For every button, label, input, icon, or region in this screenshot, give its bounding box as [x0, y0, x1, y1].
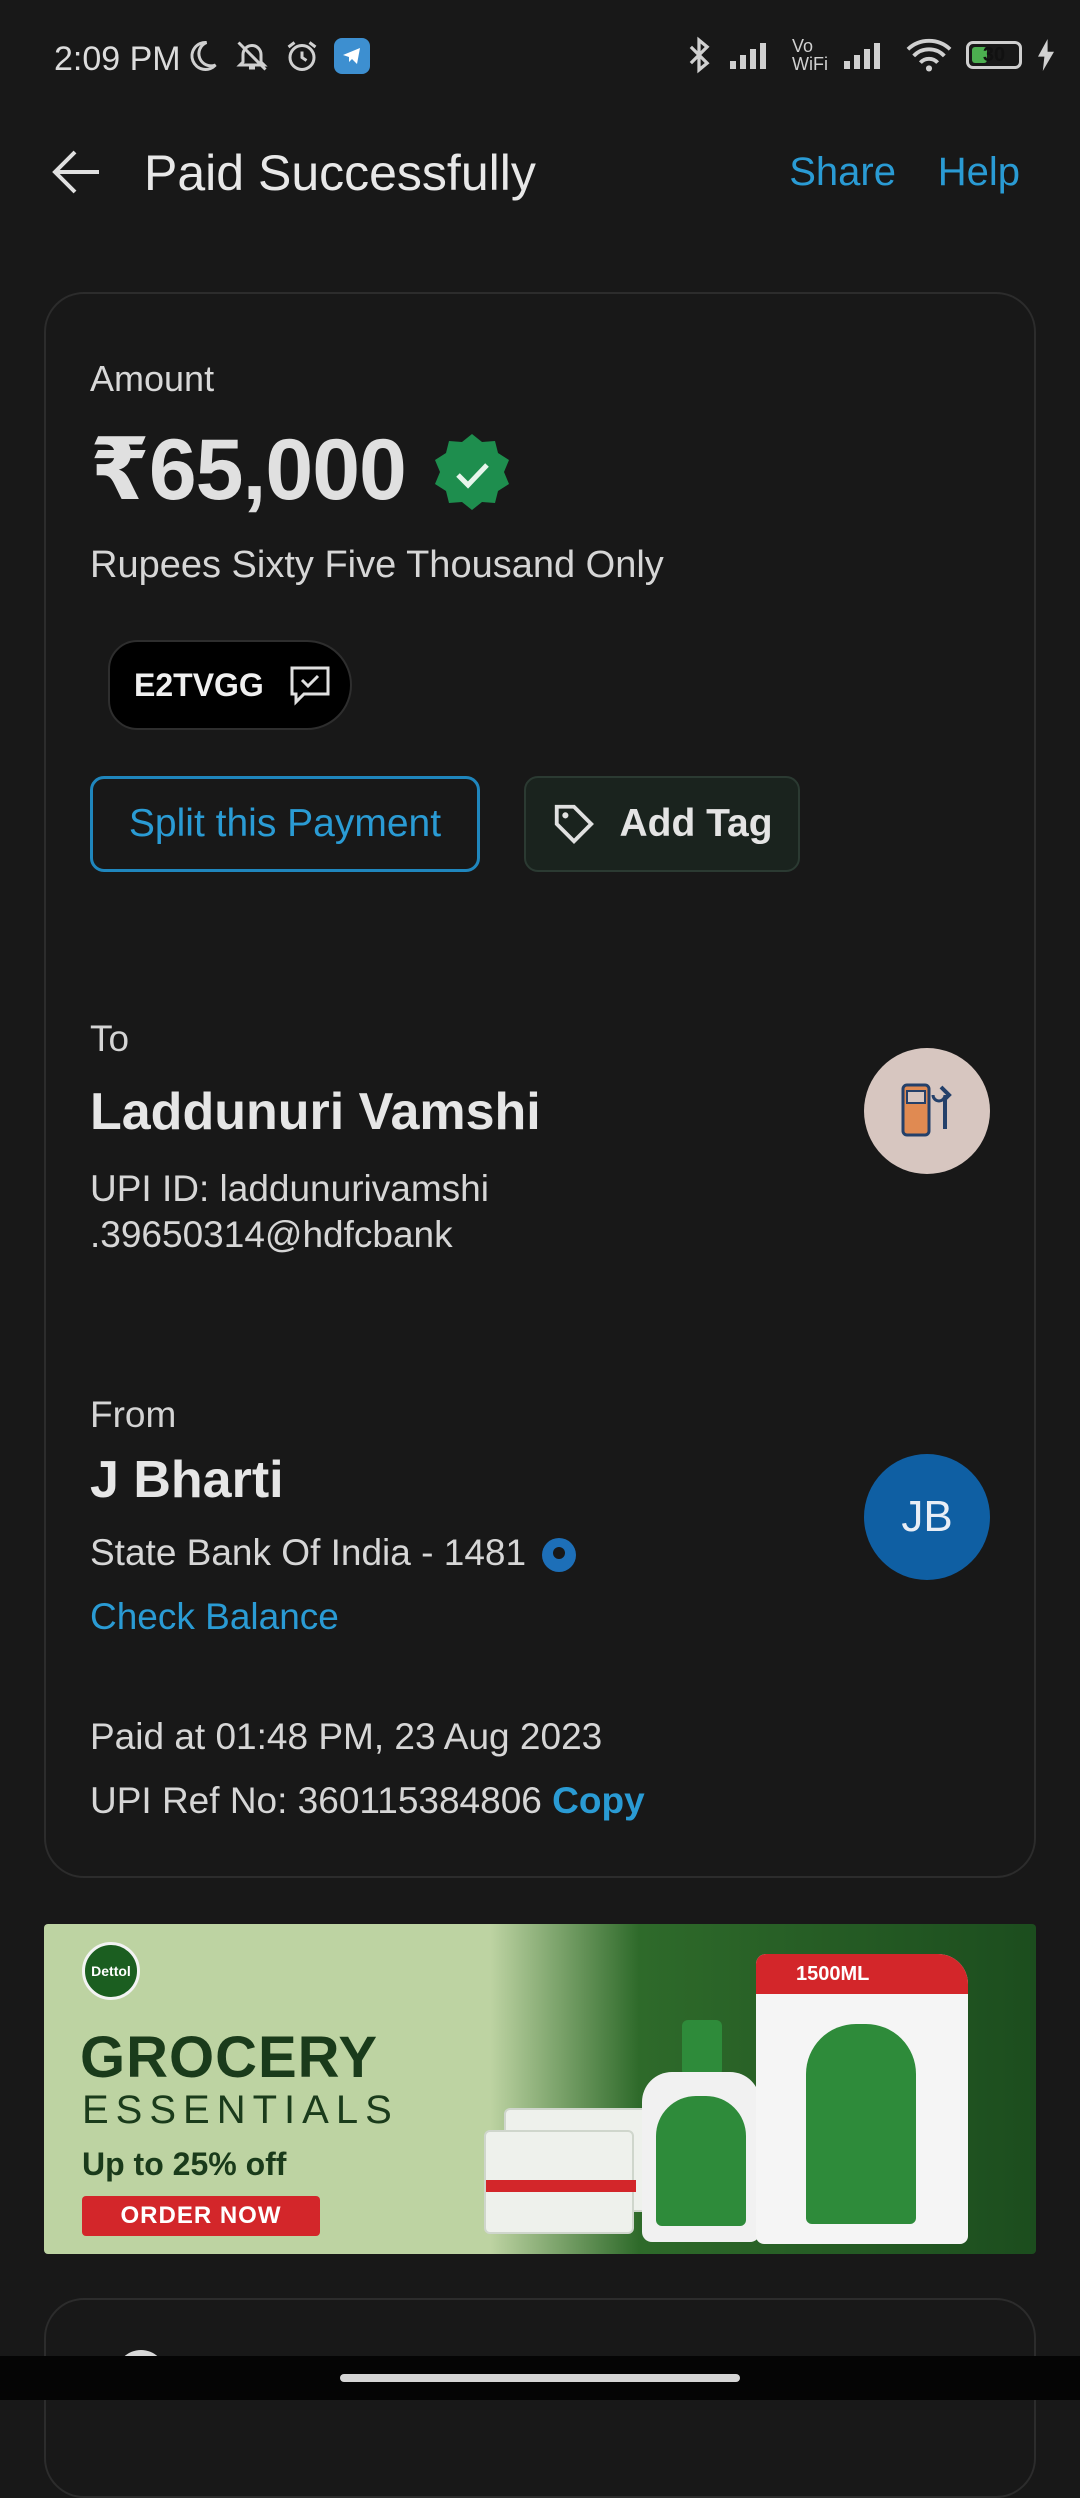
- battery-level: 30: [982, 43, 1006, 66]
- bell-off-icon: [236, 41, 268, 71]
- transaction-card: Amount ₹65,000 Rupees Sixty Five Thousan…: [44, 292, 1036, 1878]
- payer-avatar: JB: [864, 1454, 990, 1580]
- handwash-bottle-image: [642, 2020, 760, 2242]
- bottle-body: [642, 2072, 760, 2242]
- tag-icon: [555, 804, 595, 844]
- amount-in-words: Rupees Sixty Five Thousand Only: [90, 544, 664, 586]
- info-icon[interactable]: [542, 1538, 577, 1573]
- soap-box-front: [484, 2130, 636, 2234]
- banner-headline: GROCERY: [80, 2025, 379, 2090]
- page-title: Paid Successfully: [144, 145, 536, 201]
- status-icons-left: [184, 38, 370, 74]
- alarm-icon: [287, 41, 317, 71]
- moon-icon: [190, 40, 217, 71]
- paid-at-text: Paid at 01:48 PM, 23 Aug 2023: [90, 1716, 603, 1757]
- fuel-station-icon: [901, 1083, 952, 1137]
- verified-badge-icon: [435, 434, 509, 510]
- soap-bars-image: [484, 2108, 656, 2238]
- payee-upi-line1: UPI ID: laddunurivamshi: [90, 1168, 489, 1209]
- upi-ref-number: UPI Ref No: 360115384806: [90, 1780, 542, 1821]
- app-header: Paid Successfully Share Help: [0, 120, 1080, 220]
- copy-ref-button[interactable]: Copy: [552, 1780, 645, 1821]
- order-now-button[interactable]: ORDER NOW: [82, 2196, 320, 2236]
- amount-value: ₹65,000: [90, 422, 407, 518]
- home-indicator[interactable]: [340, 2374, 740, 2382]
- bottle-pump: [682, 2020, 722, 2076]
- vowifi-bottom: WiFi: [792, 54, 828, 74]
- banner-subheadline: ESSENTIALS: [82, 2088, 399, 2132]
- pouch-graphic: [806, 2024, 916, 2224]
- system-nav-bar: [0, 2356, 1080, 2400]
- promo-banner[interactable]: Dettol GROCERY ESSENTIALS Up to 25% off …: [44, 1924, 1036, 2254]
- amount-label: Amount: [90, 358, 215, 399]
- check-balance-link[interactable]: Check Balance: [90, 1594, 339, 1640]
- charging-icon: [1038, 39, 1054, 71]
- help-link[interactable]: Help: [938, 150, 1020, 195]
- payee-name: Laddunuri Vamshi: [90, 1083, 541, 1141]
- add-tag-button[interactable]: Add Tag: [524, 776, 800, 872]
- upi-ref-row: UPI Ref No: 360115384806 Copy: [90, 1778, 645, 1824]
- payee-avatar: [864, 1048, 990, 1174]
- reference-chip[interactable]: E2TVGG: [108, 640, 352, 730]
- payer-name: J Bharti: [90, 1451, 284, 1509]
- message-icon: [290, 666, 330, 706]
- pouch-size-label: 1500ML: [756, 1954, 968, 1994]
- add-tag-label: Add Tag: [619, 802, 773, 845]
- from-label: From: [90, 1394, 177, 1435]
- bluetooth-icon: [689, 36, 710, 74]
- payer-bank-row: State Bank Of India - 1481: [90, 1530, 577, 1576]
- dettol-logo: Dettol: [82, 1942, 140, 2000]
- refill-pouch-image: 1500ML: [756, 1954, 968, 2244]
- wifi-icon: [906, 39, 952, 72]
- back-button[interactable]: [48, 144, 104, 200]
- banner-offer: Up to 25% off: [82, 2146, 287, 2182]
- arrow-left-icon: [52, 150, 99, 194]
- to-label: To: [90, 1018, 130, 1059]
- battery-icon: 30: [966, 41, 1022, 69]
- split-payment-button[interactable]: Split this Payment: [90, 776, 480, 872]
- soap-ribbon: [486, 2180, 636, 2192]
- vowifi-label: Vo WiFi: [792, 37, 828, 73]
- signal-icon: [730, 43, 767, 69]
- status-icons-right: Vo WiFi 30: [684, 36, 1056, 74]
- vowifi-top: Vo: [792, 36, 814, 56]
- reference-code: E2TVGG: [134, 666, 264, 703]
- status-bar: 2:09 PM Vo WiFi 30: [0, 0, 1080, 120]
- status-time: 2:09 PM: [54, 40, 181, 78]
- bottle-label: [656, 2096, 746, 2226]
- payer-bank: State Bank Of India - 1481: [90, 1532, 527, 1573]
- telegram-icon: [334, 38, 370, 74]
- payee-upi-line2: .39650314@hdfcbank: [90, 1214, 453, 1255]
- share-link[interactable]: Share: [789, 150, 896, 195]
- signal-icon-2: [844, 43, 880, 69]
